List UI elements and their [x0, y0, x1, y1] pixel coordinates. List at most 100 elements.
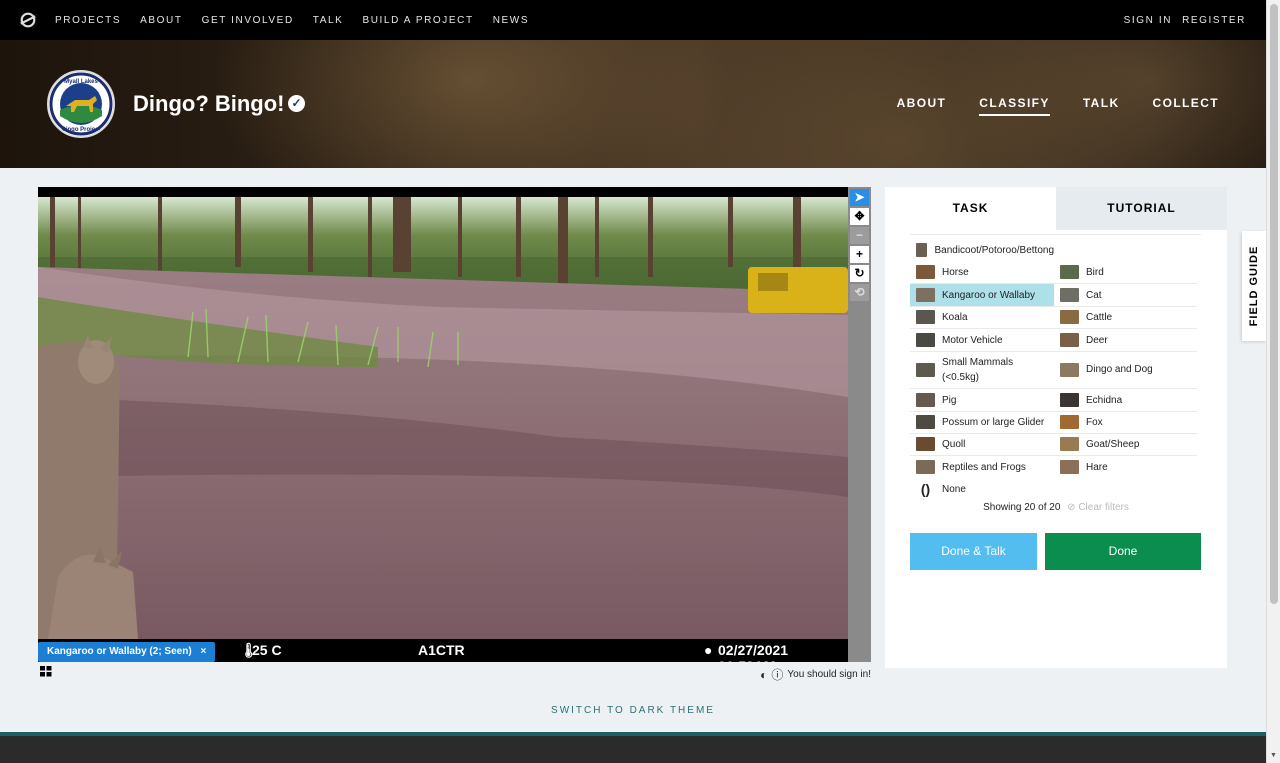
nav-get-involved[interactable]: GET INVOLVED — [202, 15, 294, 26]
choice-thumbnail — [1060, 460, 1079, 474]
subject-image[interactable] — [38, 197, 848, 639]
site-footer — [0, 732, 1266, 763]
zoom-in-icon[interactable]: + — [850, 246, 869, 263]
field-guide-label: FIELD GUIDE — [1248, 245, 1260, 327]
annotation-tag[interactable]: Kangaroo or Wallaby (2; Seen) × — [38, 642, 216, 662]
choice-label: Koala — [942, 311, 968, 323]
subject-viewer[interactable]: ጰ 🌡 25 C A1CTR ● 02/27/2021 06:52AM — [38, 187, 848, 662]
register-link[interactable]: REGISTER — [1182, 15, 1246, 26]
choice-label: Small Mammals (<0.5kg) — [942, 356, 1014, 383]
nav-news[interactable]: NEWS — [493, 15, 529, 26]
choice-thumbnail — [916, 393, 935, 407]
choice-item-none[interactable]: () None — [910, 478, 1054, 500]
choice-item[interactable]: Cattle — [1054, 306, 1197, 328]
choice-item-selected[interactable]: Kangaroo or Wallaby — [910, 284, 1054, 306]
info-icon[interactable]: ⓘ — [771, 666, 783, 683]
choice-item[interactable]: Deer — [1054, 329, 1197, 351]
choice-item[interactable]: Horse — [910, 261, 1054, 283]
scroll-down-icon[interactable]: ▼ — [1270, 752, 1277, 759]
zoom-out-icon[interactable]: − — [850, 227, 869, 244]
choice-label: Kangaroo or Wallaby — [942, 289, 1036, 301]
page-scrollbar[interactable]: ▼ — [1266, 0, 1280, 763]
project-nav-collect[interactable]: COLLECT — [1153, 96, 1219, 116]
choice-item[interactable]: Bandicoot/Potoroo/Bettong — [910, 239, 1054, 261]
choice-label: Echidna — [1086, 394, 1123, 406]
done-button[interactable]: Done — [1045, 533, 1201, 570]
temperature-readout: 25 C — [252, 642, 282, 658]
choice-label: Motor Vehicle — [942, 334, 1003, 346]
move-tool-icon[interactable]: ✥ — [850, 208, 869, 225]
choice-thumbnail — [916, 460, 935, 474]
choice-label: Possum or large Glider — [942, 416, 1045, 428]
choice-label: Pig — [942, 394, 957, 406]
choice-thumbnail — [1060, 288, 1079, 302]
project-nav: ABOUT CLASSIFY TALK COLLECT — [864, 96, 1219, 116]
zooniverse-topbar: PROJECTS ABOUT GET INVOLVED TALK BUILD A… — [0, 0, 1266, 40]
choice-item[interactable]: Quoll — [910, 433, 1054, 455]
choice-item[interactable]: Fox — [1054, 411, 1197, 433]
pointer-tool-icon[interactable]: ➤ — [850, 189, 869, 206]
sign-in-notice[interactable]: You should sign in! — [787, 669, 871, 680]
choice-item[interactable]: Bird — [1054, 261, 1197, 283]
reset-icon[interactable]: ⟲ — [850, 284, 869, 301]
choice-label: None — [942, 483, 966, 495]
choice-item[interactable]: Motor Vehicle — [910, 329, 1054, 351]
clear-filters-button[interactable]: ⊘ Clear filters — [1067, 502, 1129, 513]
choice-item[interactable]: Pig — [910, 389, 1054, 411]
choice-label: Horse — [942, 266, 969, 278]
nav-talk[interactable]: TALK — [313, 15, 344, 26]
choice-thumbnail — [916, 415, 935, 429]
annotation-remove-icon[interactable]: × — [200, 646, 206, 657]
choice-thumbnail — [916, 310, 935, 324]
nav-about[interactable]: ABOUT — [140, 15, 182, 26]
choice-thumbnail — [1060, 310, 1079, 324]
choice-thumbnail — [1060, 393, 1079, 407]
choice-thumbnail — [916, 362, 935, 377]
project-title[interactable]: Dingo? Bingo! — [133, 91, 285, 117]
choice-label: Dingo and Dog — [1086, 364, 1153, 375]
task-panel: TASK TUTORIAL Bandicoot/Potoroo/Bettong … — [885, 187, 1227, 668]
choice-thumbnail — [916, 243, 928, 257]
showing-count-text: Showing 20 of 20 — [983, 502, 1061, 513]
choice-count: Showing 20 of 20 ⊘ Clear filters — [885, 502, 1227, 513]
moon-phase-icon: ● — [704, 642, 713, 658]
choice-label: Cattle — [1086, 311, 1113, 323]
choice-item[interactable]: Possum or large Glider — [910, 411, 1054, 433]
nav-projects[interactable]: PROJECTS — [55, 15, 121, 26]
zooniverse-logo-icon[interactable] — [19, 11, 37, 29]
choice-label: Reptiles and Frogs — [942, 461, 1026, 473]
choice-thumbnail — [916, 437, 935, 451]
frame-grid-icon[interactable] — [40, 666, 52, 680]
tab-task[interactable]: TASK — [885, 187, 1056, 230]
choice-item[interactable]: Koala — [910, 306, 1054, 328]
capture-timestamp: 02/27/2021 06:52AM — [718, 642, 789, 662]
done-and-talk-button[interactable]: Done & Talk — [910, 533, 1037, 570]
choice-item[interactable]: Goat/Sheep — [1054, 433, 1197, 455]
annotation-tag-label: Kangaroo or Wallaby (2; Seen) — [47, 646, 192, 657]
choice-item[interactable]: Hare — [1054, 456, 1197, 478]
choice-thumbnail — [916, 333, 935, 347]
project-nav-about[interactable]: ABOUT — [897, 96, 947, 116]
switch-theme-link[interactable]: SWITCH TO DARK THEME — [0, 705, 1266, 716]
sign-in-link[interactable]: SIGN IN — [1124, 15, 1172, 26]
task-tabs: TASK TUTORIAL — [885, 187, 1227, 230]
choice-label: Bird — [1086, 266, 1104, 278]
tab-tutorial[interactable]: TUTORIAL — [1056, 187, 1227, 230]
scrollbar-thumb[interactable] — [1270, 4, 1278, 604]
project-avatar[interactable]: Myall Lakes Dingo Project — [47, 70, 115, 138]
field-guide-tab[interactable]: FIELD GUIDE — [1242, 231, 1266, 341]
choice-label: Hare — [1086, 461, 1108, 473]
contrast-icon[interactable]: ◐ — [760, 668, 767, 682]
choice-item[interactable]: Dingo and Dog — [1054, 351, 1197, 388]
rotate-icon[interactable]: ↻ — [850, 265, 869, 282]
project-nav-talk[interactable]: TALK — [1083, 96, 1120, 116]
choice-item[interactable]: Cat — [1054, 284, 1197, 306]
choice-thumbnail — [1060, 437, 1079, 451]
choice-item[interactable]: Reptiles and Frogs — [910, 456, 1054, 478]
choice-item[interactable]: Echidna — [1054, 389, 1197, 411]
project-nav-classify[interactable]: CLASSIFY — [979, 96, 1050, 116]
image-toolbar: ➤ ✥ − + ↻ ⟲ — [848, 187, 871, 662]
nav-build-a-project[interactable]: BUILD A PROJECT — [362, 15, 473, 26]
choice-item[interactable]: Small Mammals (<0.5kg) — [910, 351, 1054, 388]
viewer-footer: ◐ ⓘ You should sign in! — [760, 666, 871, 683]
